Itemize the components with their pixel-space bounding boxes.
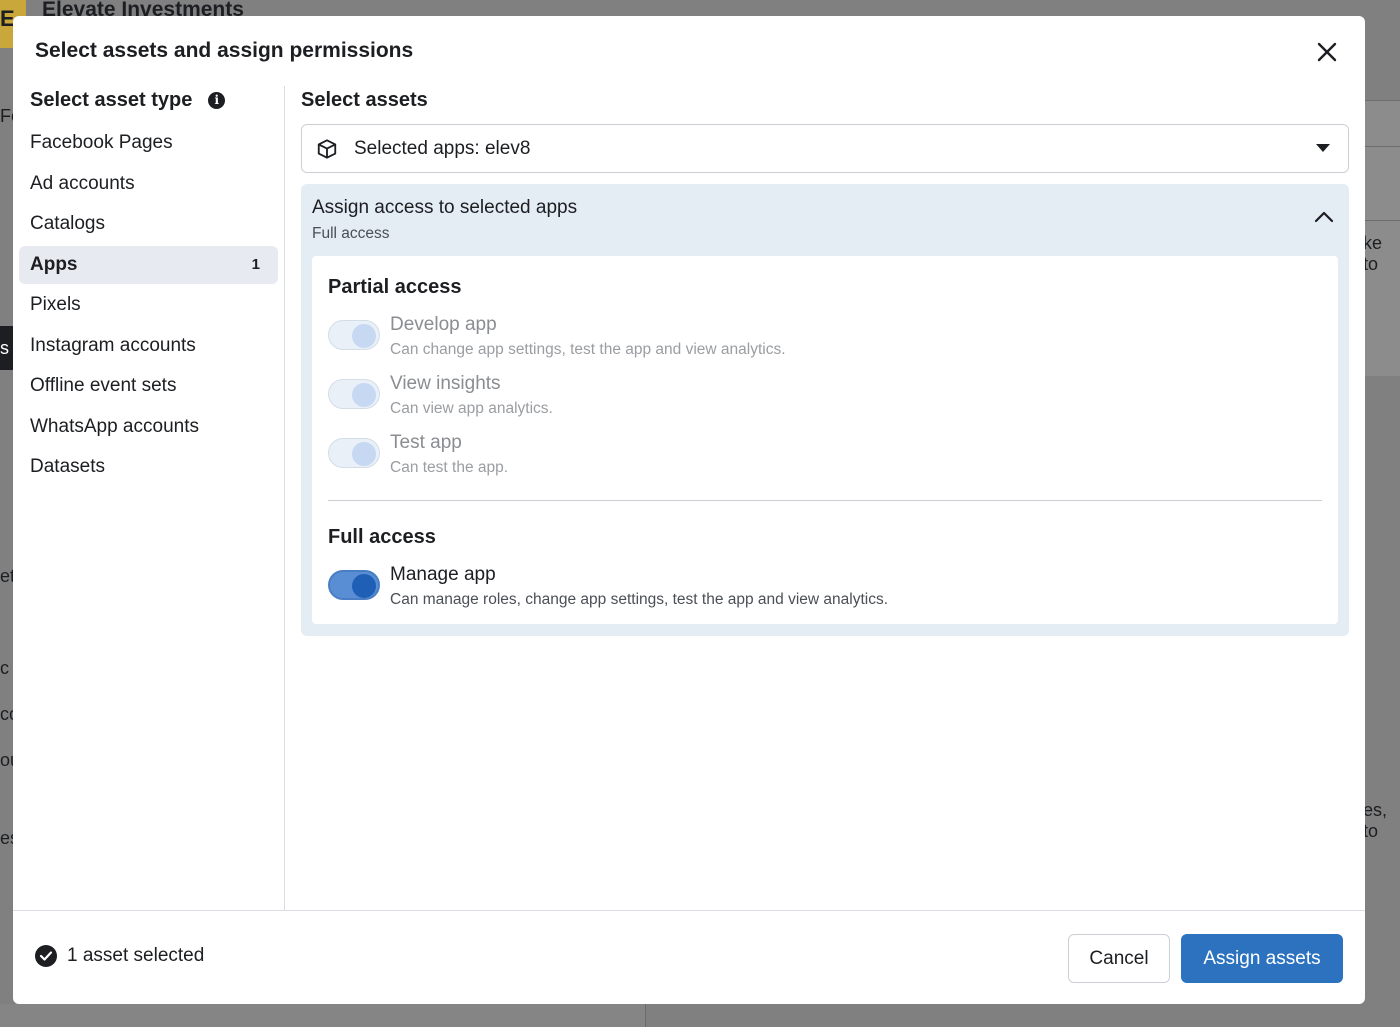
asset-type-label: Apps xyxy=(30,253,78,275)
permission-description: Can change app settings, test the app an… xyxy=(390,341,786,358)
permission-label: Manage app xyxy=(390,564,496,585)
permissions-list: Partial access Develop app Can change ap… xyxy=(312,256,1338,624)
asset-type-pixels[interactable]: Pixels xyxy=(19,286,278,324)
close-icon xyxy=(1317,42,1337,62)
background-divider xyxy=(1365,146,1400,147)
full-access-title: Full access xyxy=(328,526,436,548)
permission-description: Can test the app. xyxy=(390,459,509,476)
background-nav-item: s xyxy=(0,326,13,370)
asset-type-label: Ad accounts xyxy=(30,172,135,194)
selection-status-text: 1 asset selected xyxy=(67,945,205,966)
info-icon[interactable]: i xyxy=(208,92,226,109)
selected-count-badge: 1 xyxy=(251,256,260,273)
asset-type-catalogs[interactable]: Catalogs xyxy=(19,205,278,243)
permission-develop-app: Develop app Can change app settings, tes… xyxy=(328,314,1228,366)
asset-type-datasets[interactable]: Datasets xyxy=(19,448,278,486)
partial-access-title: Partial access xyxy=(328,276,462,298)
access-panel: Assign access to selected apps Full acce… xyxy=(301,184,1349,636)
assign-assets-dialog: Select assets and assign permissions Sel… xyxy=(13,16,1365,1004)
background-text-fragment: ke to xyxy=(1363,233,1383,274)
test-app-toggle[interactable] xyxy=(328,438,380,468)
asset-type-label: WhatsApp accounts xyxy=(30,415,199,437)
asset-type-label: Catalogs xyxy=(30,213,105,234)
view-insights-toggle[interactable] xyxy=(328,379,380,409)
background-text-fragment: es, to xyxy=(1363,800,1388,841)
asset-type-offline-event-sets[interactable]: Offline event sets xyxy=(19,367,278,405)
access-panel-title: Assign access to selected apps xyxy=(312,197,578,218)
cube-icon xyxy=(317,138,337,159)
toggle-knob xyxy=(352,383,376,407)
develop-app-toggle[interactable] xyxy=(328,320,380,350)
asset-type-facebook-pages[interactable]: Facebook Pages xyxy=(19,124,278,162)
background-text-fragment: c xyxy=(0,658,9,678)
permission-label: View insights xyxy=(390,373,501,394)
check-circle-icon xyxy=(35,945,57,967)
asset-type-whatsapp-accounts[interactable]: WhatsApp accounts xyxy=(19,408,278,446)
asset-type-label: Offline event sets xyxy=(30,375,177,396)
permission-view-insights: View insights Can view app analytics. xyxy=(328,373,1228,425)
permission-test-app: Test app Can test the app. xyxy=(328,432,1228,484)
asset-type-apps[interactable]: Apps 1 xyxy=(19,245,278,284)
close-button[interactable] xyxy=(1313,38,1341,66)
selected-apps-text: Selected apps: elev8 xyxy=(354,137,531,159)
toggle-knob xyxy=(352,324,376,348)
asset-type-column: Select asset type i Facebook Pages Ad ac… xyxy=(13,86,285,910)
manage-app-toggle[interactable] xyxy=(328,570,380,600)
asset-type-label: Instagram accounts xyxy=(30,334,196,356)
section-divider xyxy=(328,500,1322,501)
permission-description: Can manage roles, change app settings, t… xyxy=(390,591,889,608)
dialog-title: Select assets and assign permissions xyxy=(35,39,414,62)
toggle-knob xyxy=(352,442,376,466)
permission-label: Test app xyxy=(390,432,462,453)
permission-manage-app: Manage app Can manage roles, change app … xyxy=(328,564,1228,616)
asset-type-label: Pixels xyxy=(30,294,81,315)
dialog-footer: 1 asset selected Cancel Assign assets xyxy=(13,910,1365,1004)
access-panel-header[interactable]: Assign access to selected apps Full acce… xyxy=(312,197,577,243)
chevron-up-icon[interactable] xyxy=(1313,206,1335,228)
permission-description: Can view app analytics. xyxy=(390,400,553,417)
asset-type-instagram-accounts[interactable]: Instagram accounts xyxy=(19,327,278,365)
cancel-button[interactable]: Cancel xyxy=(1068,934,1170,983)
access-level-summary: Full access xyxy=(312,225,390,242)
assign-assets-button[interactable]: Assign assets xyxy=(1181,934,1343,983)
asset-type-ad-accounts[interactable]: Ad accounts xyxy=(19,165,278,203)
asset-type-heading: Select asset type i xyxy=(30,89,226,112)
asset-selector-dropdown[interactable]: Selected apps: elev8 xyxy=(301,124,1349,173)
selection-status: 1 asset selected xyxy=(35,945,204,967)
select-assets-heading: Select assets xyxy=(301,89,428,111)
asset-type-label: Datasets xyxy=(30,456,105,477)
asset-type-label: Facebook Pages xyxy=(30,132,173,153)
asset-type-heading-label: Select asset type xyxy=(30,89,193,111)
caret-down-icon xyxy=(1316,144,1330,152)
permission-label: Develop app xyxy=(390,314,497,335)
toggle-knob xyxy=(352,574,376,598)
asset-type-list: Facebook Pages Ad accounts Catalogs Apps… xyxy=(19,124,278,489)
background-divider xyxy=(1365,220,1400,221)
background-bottom-area xyxy=(0,1004,646,1027)
